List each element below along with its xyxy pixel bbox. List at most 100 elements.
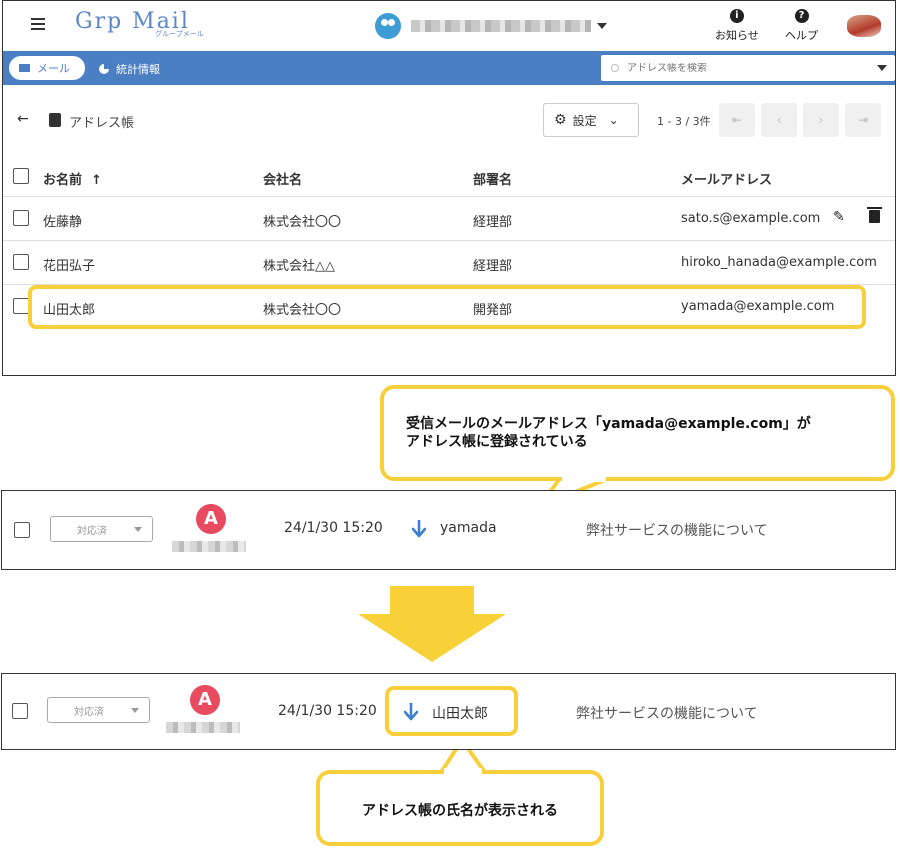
mail-row-after[interactable]: 対応済 A 24/1/30 15:20 山田太郎 弊社サービスの機能について [1,673,896,750]
mail-subject: 弊社サービスの機能について [586,523,768,539]
nav-mail-label: メール [37,62,70,75]
mail-checkbox[interactable] [14,522,30,538]
select-all-checkbox[interactable] [13,168,29,184]
column-name[interactable]: お名前 ↑ [43,169,102,188]
callout-registered: 受信メールのメールアドレス「yamada@example.com」が アドレス帳… [380,385,895,481]
callout-name-displayed-text: アドレス帳の氏名が表示される [362,803,558,819]
column-department[interactable]: 部署名 [473,169,512,188]
mail-time: 24/1/30 15:20 [284,520,383,536]
table-row[interactable]: 山田太郎 株式会社〇〇 開発部 yamada@example.com [3,285,895,329]
trash-icon[interactable] [867,207,882,223]
chevron-left-icon: ‹ [776,113,782,127]
mail-checkbox[interactable] [12,703,28,719]
column-company[interactable]: 会社名 [263,169,302,188]
row-company: 株式会社〇〇 [263,215,342,230]
row-name: 山田太郎 [43,303,96,318]
first-page-button[interactable]: ⇤ [719,103,755,137]
table-row[interactable]: 花田弘子 株式会社△△ 経理部 hiroko_hanada@example.co… [3,241,895,285]
first-page-icon: ⇤ [731,113,743,127]
address-book-icon [49,113,61,127]
address-search[interactable] [601,55,895,81]
chevron-right-icon: › [818,113,824,127]
help-button[interactable]: ? ヘルプ [785,9,818,43]
toolbar: ← アドレス帳 ⚙ 設定 ⌄ 1 - 3 / 3件 ⇤ ‹ › ⇥ [3,101,895,141]
status-select[interactable]: 対応済 [50,516,153,542]
chevron-down-icon [131,708,139,713]
info-icon: i [729,9,744,23]
search-dropdown-icon[interactable] [877,65,887,71]
row-email: hiroko_hanada@example.com [681,255,877,270]
help-icon: ? [794,9,809,23]
callout-registered-text: 受信メールのメールアドレス「yamada@example.com」が アドレス帳… [406,415,811,451]
mail-from: yamada [440,520,497,536]
arrow-down-icon [358,586,506,662]
row-department: 開発部 [473,303,513,318]
row-name: 佐藤静 [43,215,83,230]
sender-redacted [172,541,246,552]
chevron-down-icon: ⌄ [608,113,619,127]
row-company: 株式会社△△ [263,259,335,274]
group-name-redacted [411,20,591,32]
row-email: sato.s@example.com [681,211,821,226]
address-book-window: Grp Mail グループメール i お知らせ ? ヘルプ メール 統計情報 ア… [2,0,896,376]
sender-avatar: A [190,685,220,715]
row-company: 株式会社〇〇 [263,303,342,318]
last-page-icon: ⇥ [857,113,869,127]
callout-line-1: 受信メールのメールアドレス「yamada@example.com」が [406,416,811,432]
nav-stats-button[interactable]: 統計情報 [99,61,160,77]
last-page-button[interactable]: ⇥ [845,103,881,137]
row-name: 花田弘子 [43,259,96,274]
table-header: お名前 ↑ 会社名 部署名 メールアドレス [3,155,895,197]
page-title: アドレス帳 [69,116,135,131]
mail-time: 24/1/30 15:20 [278,703,377,719]
menu-icon[interactable] [31,18,45,30]
group-selector[interactable] [375,13,607,39]
notice-button[interactable]: i お知らせ [715,9,759,43]
row-email: yamada@example.com [681,299,835,314]
nav-bar: メール 統計情報 [3,51,895,85]
sender-avatar: A [196,504,226,534]
notice-label: お知らせ [715,29,759,42]
tail-joint [444,768,482,776]
row-department: 経理部 [473,215,513,230]
next-page-button[interactable]: › [803,103,839,137]
row-department: 経理部 [473,259,513,274]
prev-page-button[interactable]: ‹ [761,103,797,137]
search-icon [611,64,619,72]
group-icon [375,13,401,39]
status-label: 対応済 [74,706,104,718]
user-avatar[interactable] [847,15,881,37]
mail-subject: 弊社サービスの機能について [576,706,758,722]
received-arrow-icon [404,703,418,721]
status-label: 対応済 [77,525,107,537]
column-name-label: お名前 [43,173,83,188]
column-email[interactable]: メールアドレス [681,169,772,188]
mail-from: 山田太郎 [432,706,488,722]
settings-label: 設定 [572,113,597,128]
table-row[interactable]: 佐藤静 株式会社〇〇 経理部 sato.s@example.com ✎ [3,197,895,241]
pie-chart-icon [99,64,109,74]
help-label: ヘルプ [785,29,818,42]
gear-icon: ⚙ [554,112,567,128]
received-arrow-icon [412,520,426,538]
callout-name-displayed: アドレス帳の氏名が表示される [316,770,604,846]
row-checkbox[interactable] [13,254,29,270]
row-checkbox[interactable] [13,210,29,226]
callout-line-2: アドレス帳に登録されている [406,434,588,450]
row-checkbox[interactable] [13,298,29,314]
settings-button[interactable]: ⚙ 設定 ⌄ [543,103,639,137]
sender-redacted [166,722,240,733]
sort-arrow-icon: ↑ [91,173,102,188]
chevron-down-icon [134,527,142,532]
nav-mail-button[interactable]: メール [9,56,85,80]
status-select[interactable]: 対応済 [47,697,150,723]
chevron-down-icon [597,23,607,29]
mail-row-before[interactable]: 対応済 A 24/1/30 15:20 yamada 弊社サービスの機能について [1,490,896,570]
tail-joint [562,476,606,482]
envelope-icon [19,64,30,72]
pager-text: 1 - 3 / 3件 [657,115,711,128]
nav-stats-label: 統計情報 [116,63,160,76]
back-arrow-icon[interactable]: ← [17,111,29,127]
search-input[interactable] [627,62,867,74]
edit-icon[interactable]: ✎ [833,209,845,225]
